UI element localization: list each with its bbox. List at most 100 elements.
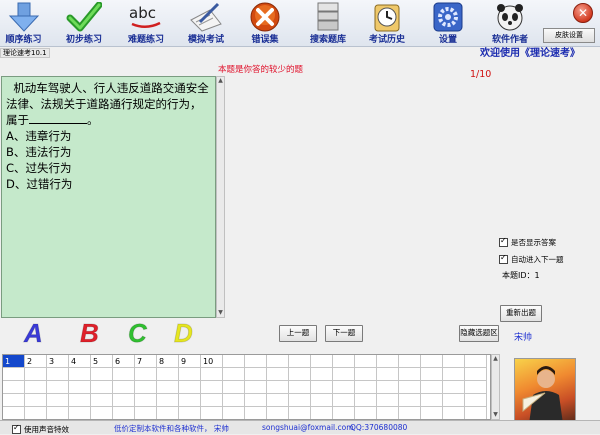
grid-cell[interactable]: 7 xyxy=(135,355,157,368)
grid-cell[interactable] xyxy=(223,355,245,368)
grid-cell[interactable] xyxy=(443,368,465,381)
grid-cell[interactable] xyxy=(157,407,179,419)
grid-cell[interactable] xyxy=(399,355,421,368)
grid-cell[interactable] xyxy=(25,394,47,407)
answer-c-button[interactable]: C xyxy=(128,318,148,349)
grid-cell[interactable] xyxy=(311,355,333,368)
grid-cell[interactable] xyxy=(333,355,355,368)
author-button[interactable]: 软件作者 xyxy=(484,0,536,47)
grid-cell[interactable] xyxy=(267,394,289,407)
grid-cell[interactable] xyxy=(421,355,443,368)
grid-cell[interactable] xyxy=(421,394,443,407)
grid-cell[interactable] xyxy=(69,394,91,407)
grid-cell[interactable] xyxy=(267,368,289,381)
grid-cell[interactable] xyxy=(223,394,245,407)
reshuffle-button[interactable]: 重新出题 xyxy=(500,305,542,322)
grid-cell[interactable] xyxy=(223,407,245,419)
grid-cell[interactable] xyxy=(377,407,399,419)
grid-cell[interactable] xyxy=(3,407,25,419)
grid-cell[interactable] xyxy=(355,407,377,419)
grid-cell[interactable] xyxy=(311,368,333,381)
sound-effects-checkbox[interactable]: 使用声音特效 xyxy=(12,423,69,435)
grid-cell[interactable] xyxy=(135,381,157,394)
grid-cell[interactable] xyxy=(399,381,421,394)
grid-cell[interactable] xyxy=(289,355,311,368)
mock-exam-button[interactable]: 模拟考试 xyxy=(180,0,232,47)
auto-next-checkbox[interactable]: 自动进入下一题 xyxy=(499,253,564,265)
grid-cell[interactable] xyxy=(465,381,487,394)
grid-cell[interactable] xyxy=(69,407,91,419)
grid-cell[interactable] xyxy=(3,394,25,407)
grid-cell[interactable] xyxy=(443,407,465,419)
search-bank-button[interactable]: 搜索题库 xyxy=(300,0,356,47)
grid-cell[interactable] xyxy=(47,381,69,394)
checkbox-icon[interactable] xyxy=(499,253,508,264)
scroll-up-icon[interactable]: ▲ xyxy=(217,77,224,85)
grid-cell[interactable] xyxy=(25,368,47,381)
grid-cell[interactable] xyxy=(311,407,333,419)
answer-d-button[interactable]: D xyxy=(174,318,194,349)
grid-cell[interactable] xyxy=(333,394,355,407)
answer-a-button[interactable]: A xyxy=(24,318,44,349)
grid-cell[interactable]: 6 xyxy=(113,355,135,368)
grid-cell[interactable] xyxy=(135,407,157,419)
prev-question-button[interactable]: 上一题 xyxy=(279,325,317,342)
exam-history-button[interactable]: 考试历史 xyxy=(362,0,412,47)
grid-cell[interactable] xyxy=(355,368,377,381)
hard-practice-button[interactable]: abc 难题练习 xyxy=(118,0,174,47)
grid-cell[interactable] xyxy=(355,394,377,407)
grid-cell[interactable] xyxy=(223,381,245,394)
scroll-down-icon[interactable]: ▼ xyxy=(492,411,499,419)
grid-cell[interactable] xyxy=(245,407,267,419)
grid-scrollbar[interactable]: ▲ ▼ xyxy=(491,354,500,420)
grid-cell[interactable] xyxy=(333,407,355,419)
grid-cell[interactable]: 3 xyxy=(47,355,69,368)
grid-cell[interactable] xyxy=(91,407,113,419)
grid-cell[interactable] xyxy=(377,394,399,407)
grid-cell[interactable] xyxy=(157,368,179,381)
grid-cell[interactable]: 10 xyxy=(201,355,223,368)
scroll-up-icon[interactable]: ▲ xyxy=(492,355,499,363)
grid-cell[interactable] xyxy=(47,394,69,407)
grid-cell[interactable]: 8 xyxy=(157,355,179,368)
hide-grid-button[interactable]: 隐藏选题区 xyxy=(459,325,499,342)
grid-cell[interactable]: 4 xyxy=(69,355,91,368)
grid-cell[interactable] xyxy=(157,381,179,394)
grid-cell[interactable] xyxy=(201,368,223,381)
sequential-practice-button[interactable]: 顺序练习 xyxy=(0,0,47,47)
grid-cell[interactable] xyxy=(465,407,487,419)
error-set-button[interactable]: 错误集 xyxy=(240,0,290,47)
grid-cell[interactable] xyxy=(3,368,25,381)
grid-cell[interactable] xyxy=(333,381,355,394)
grid-cell[interactable] xyxy=(69,368,91,381)
grid-cell[interactable] xyxy=(25,407,47,419)
grid-cell[interactable] xyxy=(245,368,267,381)
grid-cell[interactable] xyxy=(289,381,311,394)
grid-cell[interactable] xyxy=(91,368,113,381)
grid-cell[interactable] xyxy=(201,407,223,419)
grid-cell[interactable] xyxy=(91,394,113,407)
skin-settings-button[interactable]: 皮肤设置 xyxy=(543,28,595,43)
grid-cell[interactable] xyxy=(377,355,399,368)
grid-cell[interactable] xyxy=(47,407,69,419)
grid-cell[interactable] xyxy=(399,407,421,419)
grid-cell[interactable] xyxy=(135,368,157,381)
grid-cell[interactable] xyxy=(443,394,465,407)
grid-cell[interactable] xyxy=(113,394,135,407)
grid-cell[interactable] xyxy=(311,394,333,407)
grid-cell[interactable] xyxy=(113,407,135,419)
grid-cell[interactable] xyxy=(289,394,311,407)
grid-cell[interactable] xyxy=(311,381,333,394)
grid-cell[interactable] xyxy=(355,381,377,394)
grid-cell[interactable] xyxy=(289,407,311,419)
grid-cell[interactable] xyxy=(443,381,465,394)
grid-cell[interactable] xyxy=(421,381,443,394)
grid-cell[interactable] xyxy=(355,355,377,368)
question-scrollbar[interactable]: ▲ ▼ xyxy=(216,76,225,318)
grid-cell[interactable] xyxy=(179,381,201,394)
grid-cell[interactable]: 2 xyxy=(25,355,47,368)
grid-cell[interactable] xyxy=(179,368,201,381)
settings-button[interactable]: 设置 xyxy=(424,0,472,47)
grid-cell[interactable] xyxy=(267,381,289,394)
grid-cell[interactable] xyxy=(157,394,179,407)
